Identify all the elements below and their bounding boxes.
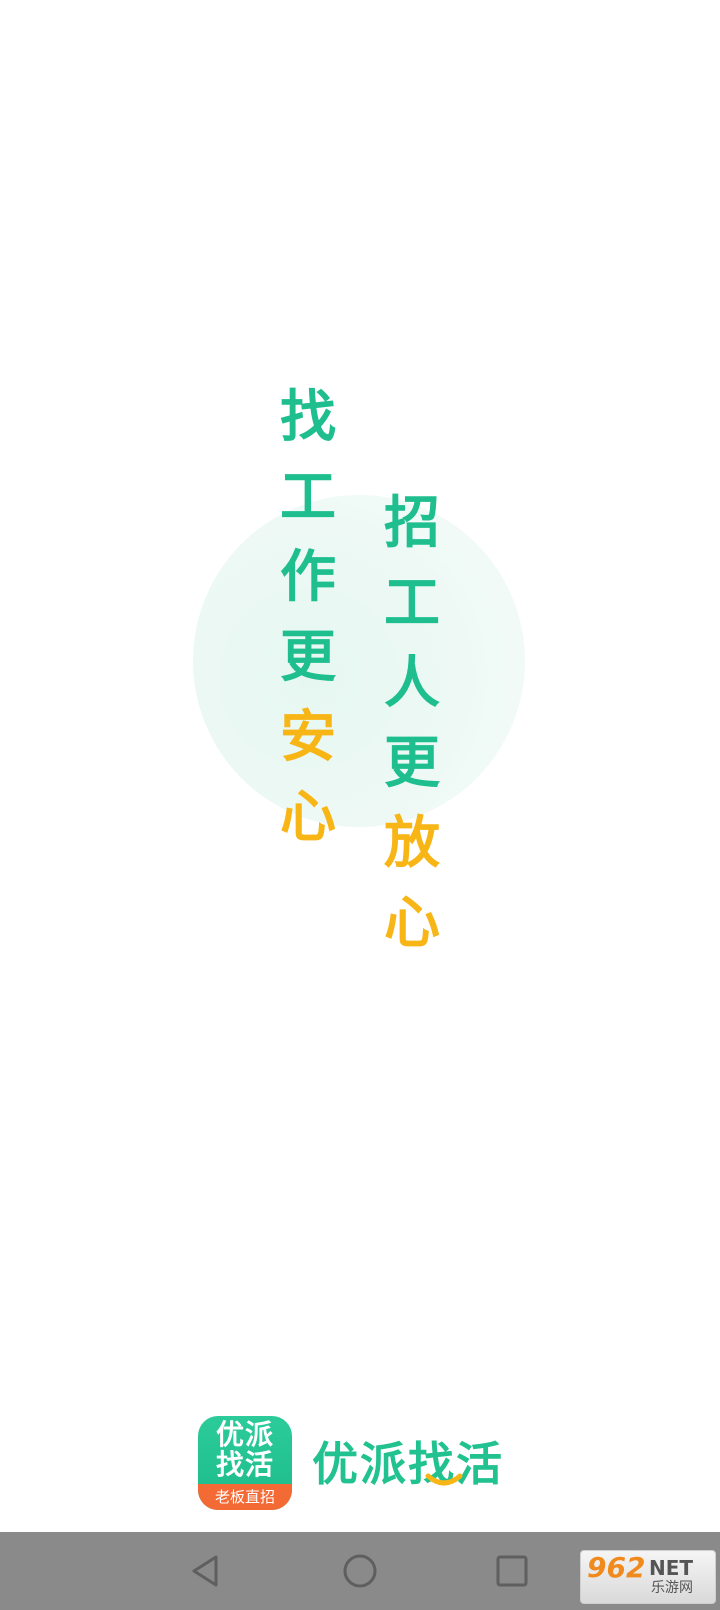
watermark-net: NET [649,1556,694,1580]
slogan-char-accent: 安 [280,705,336,770]
site-watermark: 962 NET 乐游网 [580,1550,716,1604]
slogan-char: 工 [280,465,336,530]
slogan-char-accent: 心 [384,891,440,956]
slogan-hire-workers: 招 工 人 更 放 心 [380,484,444,964]
recent-apps-icon[interactable] [492,1551,532,1591]
watermark-number: 962 [587,1551,646,1584]
app-icon-line2: 找活 [215,1448,274,1481]
slogan-char-accent: 心 [280,785,336,850]
slogan-char: 人 [384,651,440,716]
home-icon[interactable] [340,1551,380,1591]
splash-screen: 找 工 作 更 安 心 招 工 人 更 放 心 优派 找活 老板直招 优派找活 [0,0,720,1610]
app-icon: 优派 找活 老板直招 [198,1416,292,1510]
brand-logo: 优派 找活 老板直招 优派找活 [198,1416,528,1510]
slogan-char-accent: 放 [384,811,440,876]
smile-mark-icon [425,1473,463,1486]
app-icon-badge: 老板直招 [198,1484,292,1510]
app-icon-line1: 优派 [215,1418,274,1451]
back-icon[interactable] [186,1551,226,1591]
slogan-char: 作 [280,545,336,610]
slogan-char: 找 [280,385,336,450]
slogan-char: 更 [384,731,440,796]
slogan-char: 工 [384,571,440,636]
background-circle [193,495,525,827]
slogan-char: 招 [384,491,440,556]
slogan-find-job: 找 工 作 更 安 心 [276,378,340,858]
watermark-cn: 乐游网 [651,1580,693,1596]
slogan-char: 更 [280,625,336,690]
brand-wordmark: 优派找活 [312,1437,504,1491]
